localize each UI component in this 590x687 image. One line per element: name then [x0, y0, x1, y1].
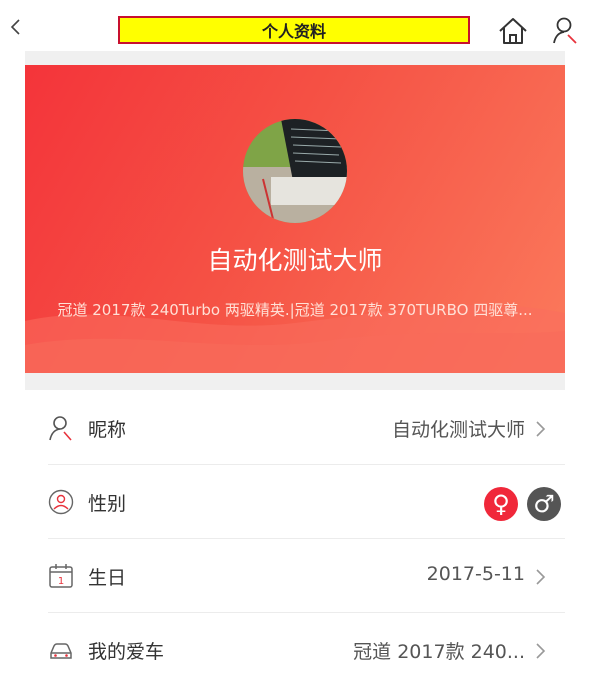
calendar-day-text: 1	[58, 576, 64, 587]
nickname-value: 自动化测试大师	[391, 419, 525, 441]
avatar-image	[243, 119, 347, 223]
calendar-icon: 1	[49, 564, 73, 588]
chevron-left-icon	[10, 19, 20, 35]
home-icon	[499, 18, 527, 44]
profile-hero-section: 自动化测试大师 冠道 2017款 240Turbo 两驱精英.|冠道 2017款…	[25, 51, 565, 390]
birthday-label: 生日	[88, 567, 127, 589]
profile-cars-summary: 冠道 2017款 240Turbo 两驱精英.|冠道 2017款 370TURB…	[57, 301, 533, 319]
back-button[interactable]	[6, 16, 26, 38]
my-car-label: 我的爱车	[88, 641, 165, 663]
avatar[interactable]	[243, 119, 347, 223]
chevron-right-icon	[536, 569, 546, 585]
user-button[interactable]	[551, 16, 579, 46]
gender-label: 性别	[88, 493, 127, 515]
profile-banner: 自动化测试大师 冠道 2017款 240Turbo 两驱精英.|冠道 2017款…	[25, 65, 565, 373]
my-car-value: 冠道 2017款 240...	[353, 641, 525, 663]
nickname-row[interactable]: 昵称 自动化测试大师	[48, 391, 565, 465]
male-button[interactable]: ♂	[527, 487, 561, 521]
chevron-right-icon	[536, 421, 546, 437]
top-bar: 个人资料	[0, 0, 590, 50]
nickname-label: 昵称	[88, 419, 127, 441]
user-icon	[49, 416, 72, 441]
profile-name: 自动化测试大师	[207, 246, 383, 275]
chevron-right-icon	[536, 643, 546, 659]
page-title: 个人资料	[118, 16, 470, 44]
car-icon	[50, 643, 72, 659]
user-icon	[553, 17, 577, 44]
female-button[interactable]: ♀	[484, 487, 518, 521]
my-car-row[interactable]: 我的爱车 冠道 2017款 240...	[48, 613, 565, 687]
gender-icon	[48, 489, 74, 515]
gender-row: 性别 ♀ ♂	[48, 465, 565, 539]
home-button[interactable]	[497, 16, 529, 46]
birthday-row[interactable]: 1 生日 2017-5-11	[48, 539, 565, 613]
birthday-value: 2017-5-11	[426, 563, 525, 585]
wave-decoration	[25, 304, 565, 373]
